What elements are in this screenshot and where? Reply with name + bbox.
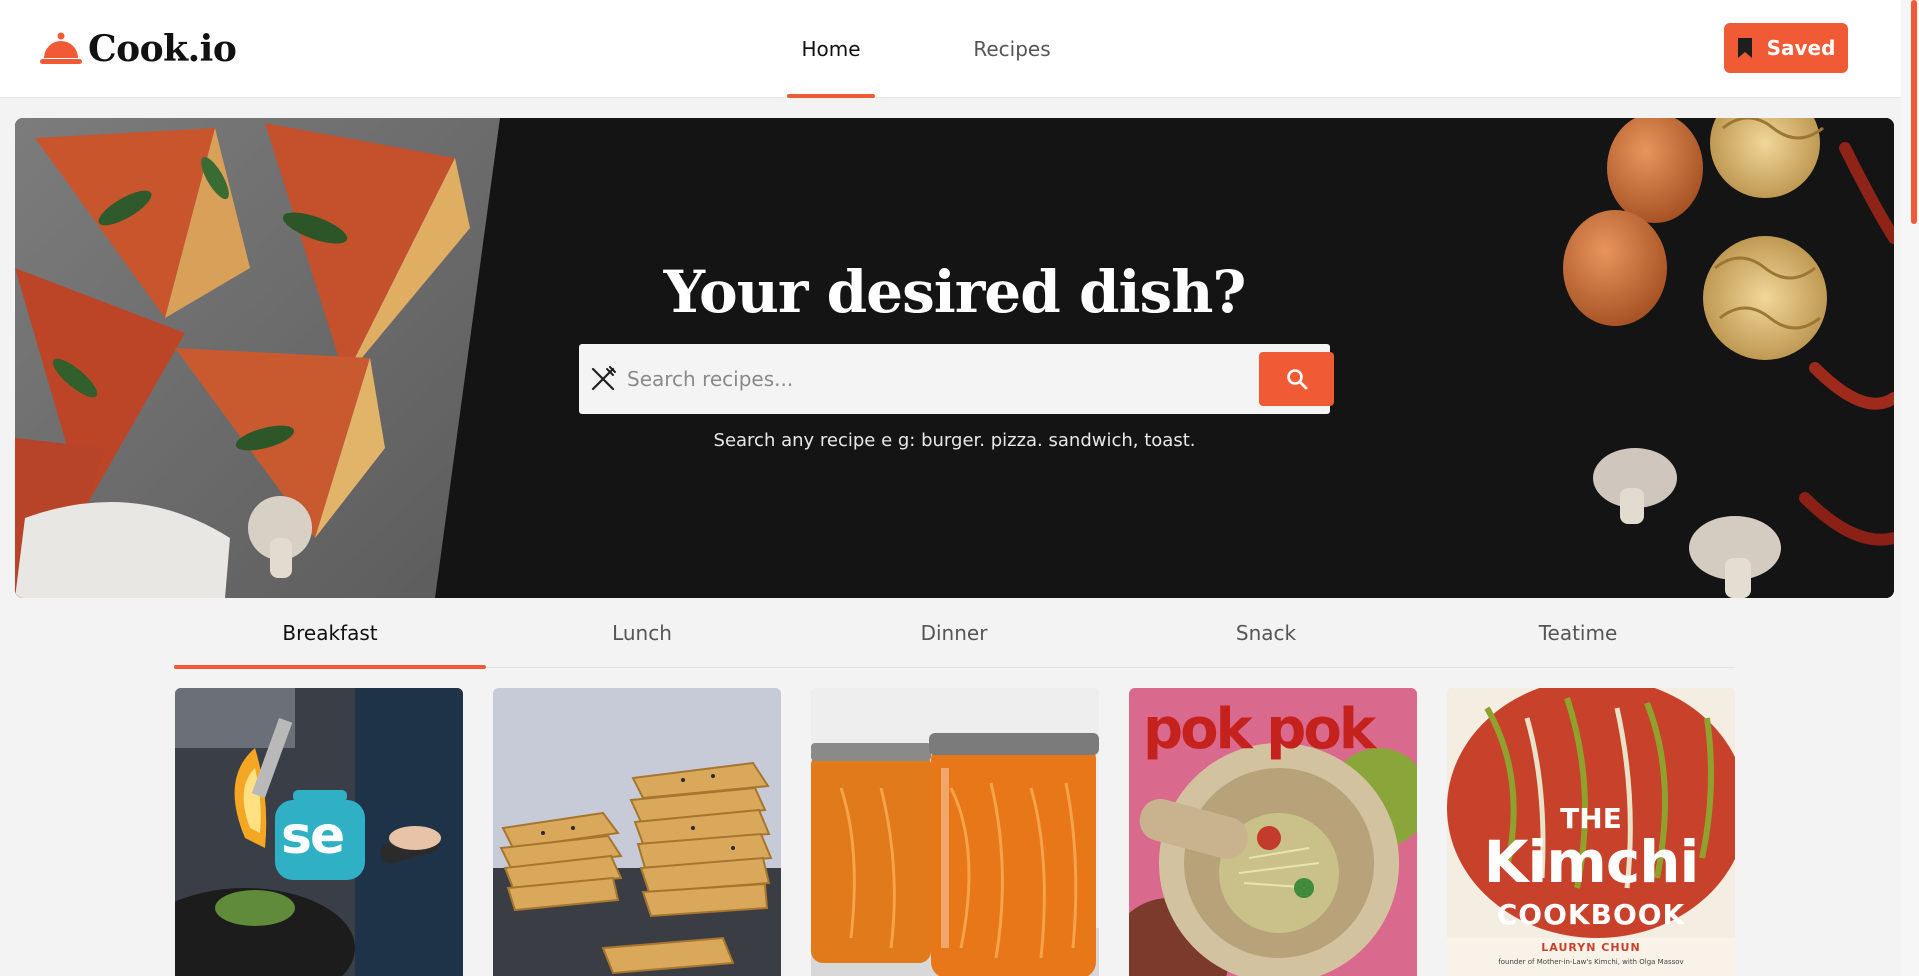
- nav-active-indicator: [787, 94, 875, 98]
- tab-active-indicator: [174, 665, 486, 669]
- nav-recipes-label: Recipes: [973, 37, 1051, 61]
- scrollbar-thumb[interactable]: [1911, 0, 1917, 224]
- recipe-card-grid: se pok pok THE Kimchi COOKBOOK LAURYN CH…: [175, 688, 1735, 976]
- meal-tabs: Breakfast Lunch Dinner Snack Teatime: [174, 598, 1735, 669]
- main-nav: Home Recipes: [787, 0, 1067, 98]
- search-input[interactable]: [627, 356, 1267, 402]
- cookbook-cover-author: LAURYN CHUN: [1541, 941, 1641, 954]
- recipe-card-image: [493, 688, 781, 976]
- hero-banner: Your desired dish? Search any recipe e g…: [15, 118, 1894, 598]
- tab-teatime-label: Teatime: [1538, 621, 1618, 645]
- recipe-card-image: [811, 688, 1099, 976]
- tab-snack-label: Snack: [1235, 621, 1297, 645]
- tab-breakfast-label: Breakfast: [282, 621, 378, 645]
- nav-home[interactable]: Home: [787, 0, 875, 98]
- card-logo-text: se: [281, 806, 345, 866]
- search-hint: Search any recipe e g: burger. pizza. sa…: [713, 430, 1196, 451]
- cookbook-cover-cookbook: COOKBOOK: [1496, 898, 1686, 931]
- tab-dinner[interactable]: Dinner: [798, 598, 1110, 668]
- cookbook-cover-title: pok pok: [1143, 697, 1376, 762]
- nav-home-label: Home: [801, 37, 861, 61]
- cloche-icon: [40, 32, 82, 64]
- recipe-card[interactable]: THE Kimchi COOKBOOK LAURYN CHUN founder …: [1447, 688, 1735, 976]
- tab-snack[interactable]: Snack: [1110, 598, 1422, 668]
- brand-name: Cook.io: [88, 28, 237, 70]
- tab-lunch[interactable]: Lunch: [486, 598, 798, 668]
- search-button[interactable]: [1259, 352, 1334, 406]
- recipe-card[interactable]: se: [175, 688, 463, 976]
- top-header: Cook.io Home Recipes Saved: [0, 0, 1901, 98]
- hero-title: Your desired dish?: [663, 258, 1247, 326]
- saved-button[interactable]: Saved: [1724, 23, 1848, 73]
- recipe-search-box: [579, 344, 1334, 414]
- cookbook-cover-kimchi: Kimchi: [1483, 828, 1700, 896]
- nav-recipes[interactable]: Recipes: [957, 0, 1067, 98]
- recipe-card[interactable]: [493, 688, 781, 976]
- cookbook-cover-subtitle: founder of Mother-in-Law's Kimchi, with …: [1498, 958, 1684, 966]
- saved-button-label: Saved: [1766, 36, 1836, 60]
- fork-knife-icon: [591, 366, 616, 391]
- tab-breakfast[interactable]: Breakfast: [174, 598, 486, 669]
- brand-logo[interactable]: Cook.io: [40, 28, 237, 70]
- search-icon: [1286, 369, 1307, 390]
- recipe-card[interactable]: [811, 688, 1099, 976]
- tab-teatime[interactable]: Teatime: [1422, 598, 1734, 668]
- bookmark-icon: [1737, 38, 1752, 58]
- tab-lunch-label: Lunch: [612, 621, 672, 645]
- tab-dinner-label: Dinner: [920, 621, 988, 645]
- recipe-card[interactable]: pok pok: [1129, 688, 1417, 976]
- page-scrollbar[interactable]: [1901, 0, 1919, 976]
